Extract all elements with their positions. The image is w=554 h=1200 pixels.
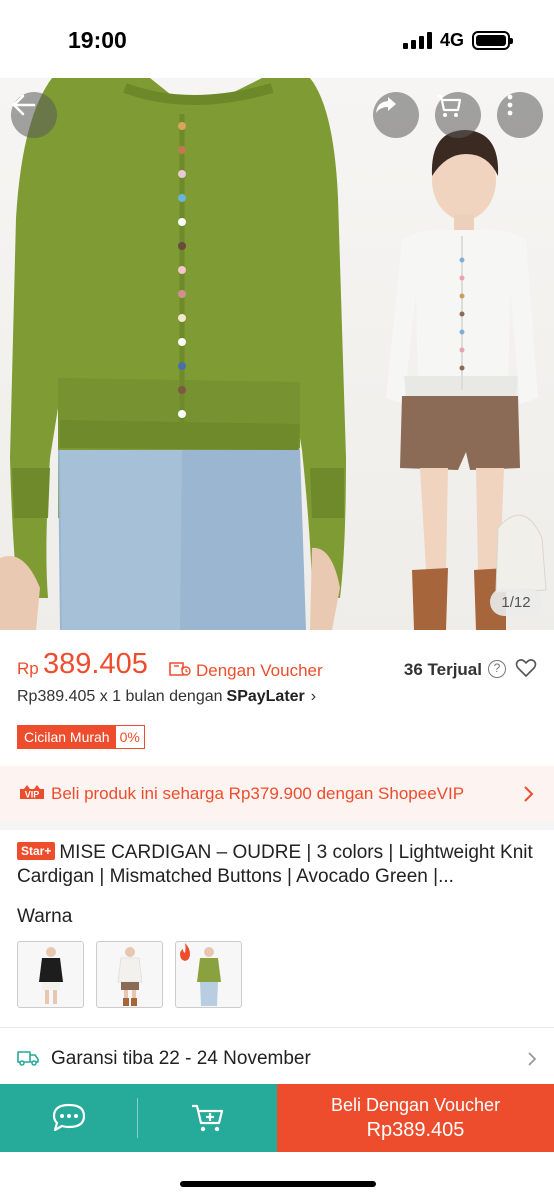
installment-rate: 0% bbox=[115, 726, 144, 748]
cart-button[interactable] bbox=[435, 92, 481, 138]
vip-badge-label: VIP bbox=[25, 790, 40, 800]
status-bar: 19:00 4G bbox=[0, 0, 554, 78]
add-to-cart-button[interactable] bbox=[138, 1084, 277, 1152]
status-time: 19:00 bbox=[68, 27, 127, 53]
battery-icon bbox=[472, 31, 513, 50]
chat-icon bbox=[52, 1103, 86, 1132]
price-value: 389.405 bbox=[43, 648, 148, 680]
sold-count: 36 Terjual bbox=[403, 660, 482, 679]
paylater-row[interactable]: Rp389.405 x 1 bulan dengan SPayLater › bbox=[17, 686, 316, 708]
bottom-action-bar: Beli Dengan Voucher Rp389.405 bbox=[0, 1084, 554, 1152]
variant-thumbnail bbox=[39, 947, 63, 1004]
help-icon[interactable]: ? bbox=[488, 660, 506, 678]
voucher-label: Dengan Voucher bbox=[196, 661, 323, 680]
paylater-brand: SPayLater bbox=[226, 688, 305, 705]
add-to-cart-icon bbox=[191, 1104, 223, 1132]
variant-list bbox=[17, 941, 242, 1008]
variant-green[interactable] bbox=[175, 941, 242, 1008]
chevron-right-icon bbox=[528, 1052, 537, 1066]
voucher-icon bbox=[169, 662, 191, 676]
cart-icon bbox=[437, 94, 462, 117]
price-row: Rp 389.405 Dengan Voucher 36 Terjual ? bbox=[17, 648, 537, 682]
product-image-gallery[interactable]: 1/12 bbox=[0, 78, 554, 630]
separator bbox=[0, 1027, 554, 1028]
truck-icon bbox=[17, 1051, 39, 1066]
vip-badge-icon: VIP bbox=[20, 785, 44, 800]
more-icon bbox=[507, 94, 513, 116]
variant-black[interactable] bbox=[17, 941, 84, 1008]
vip-text: Beli produk ini seharga Rp379.900 dengan… bbox=[51, 784, 465, 803]
installment-label: Cicilan Murah bbox=[18, 726, 116, 748]
vip-price: Rp379.900 bbox=[228, 784, 312, 803]
variant-thumbnail bbox=[117, 947, 143, 1006]
signal-icon bbox=[402, 32, 432, 49]
status-indicators: 4G bbox=[402, 30, 513, 51]
variant-label: Warna bbox=[17, 906, 73, 927]
variant-white[interactable] bbox=[96, 941, 163, 1008]
image-counter: 1/12 bbox=[490, 588, 542, 616]
hot-icon bbox=[180, 943, 190, 961]
back-arrow-icon bbox=[12, 94, 36, 116]
chevron-right-icon bbox=[524, 786, 534, 802]
price-currency: Rp bbox=[17, 659, 39, 678]
chevron-right-icon: › bbox=[310, 688, 317, 705]
shipping-text: Garansi tiba 22 - 24 November bbox=[51, 1048, 311, 1069]
shopee-vip-banner[interactable]: VIP Beli produk ini seharga Rp379.900 de… bbox=[0, 766, 554, 822]
home-indicator[interactable] bbox=[180, 1181, 376, 1187]
product-photo bbox=[0, 78, 547, 630]
back-button[interactable] bbox=[11, 92, 57, 138]
share-button[interactable] bbox=[373, 92, 419, 138]
paylater-text: Rp389.405 x 1 bulan dengan bbox=[17, 688, 223, 705]
chat-button[interactable] bbox=[0, 1084, 138, 1152]
heart-icon[interactable] bbox=[515, 658, 537, 678]
buy-label: Beli Dengan Voucher bbox=[330, 1095, 501, 1115]
product-title: Star+ MISE CARDIGAN – OUDRE | 3 colors | … bbox=[17, 841, 537, 889]
star-plus-badge: Star+ bbox=[17, 842, 56, 860]
more-options-button[interactable] bbox=[497, 92, 543, 138]
share-icon bbox=[376, 97, 396, 113]
buy-price: Rp389.405 bbox=[366, 1119, 465, 1141]
product-title-text: MISE CARDIGAN – OUDRE | 3 colors | Light… bbox=[17, 842, 533, 887]
section-divider bbox=[0, 822, 554, 830]
shipping-row[interactable]: Garansi tiba 22 - 24 November bbox=[17, 1046, 537, 1072]
buy-with-voucher-button[interactable]: Beli Dengan Voucher Rp389.405 bbox=[277, 1084, 554, 1152]
installment-badge: Cicilan Murah 0% bbox=[17, 725, 145, 749]
network-label: 4G bbox=[439, 30, 464, 50]
